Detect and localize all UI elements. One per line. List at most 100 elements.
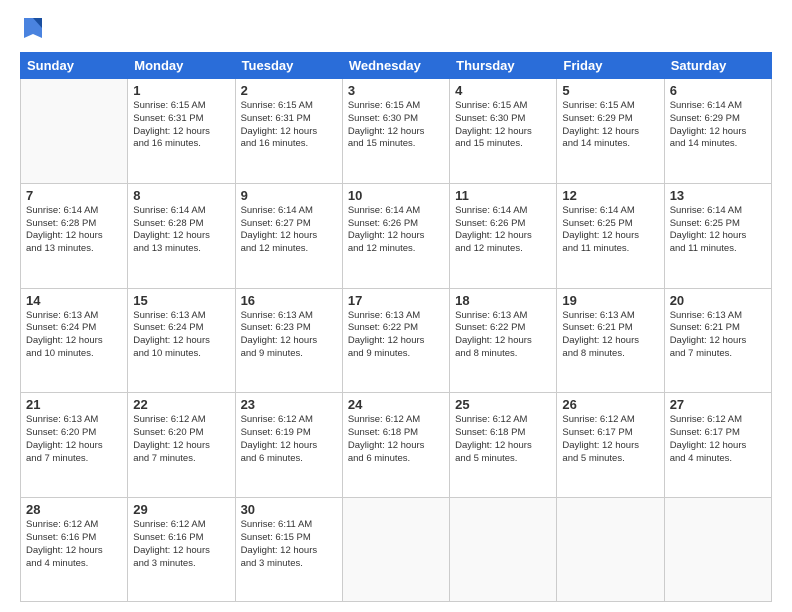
day-info: Sunrise: 6:11 AM Sunset: 6:15 PM Dayligh…: [241, 519, 337, 570]
day-number: 1: [133, 83, 229, 98]
calendar-cell: 25 Sunrise: 6:12 AM Sunset: 6:18 PM Dayli…: [450, 393, 557, 498]
day-info: Sunrise: 6:12 AM Sunset: 6:18 PM Dayligh…: [455, 414, 551, 465]
day-number: 26: [562, 397, 658, 412]
day-info: Sunrise: 6:13 AM Sunset: 6:23 PM Dayligh…: [241, 310, 337, 361]
day-info: Sunrise: 6:15 AM Sunset: 6:31 PM Dayligh…: [133, 100, 229, 151]
day-info: Sunrise: 6:14 AM Sunset: 6:28 PM Dayligh…: [133, 205, 229, 256]
day-info: Sunrise: 6:12 AM Sunset: 6:17 PM Dayligh…: [562, 414, 658, 465]
day-number: 17: [348, 293, 444, 308]
day-info: Sunrise: 6:13 AM Sunset: 6:21 PM Dayligh…: [562, 310, 658, 361]
calendar-cell: 27 Sunrise: 6:12 AM Sunset: 6:17 PM Dayli…: [664, 393, 771, 498]
day-number: 25: [455, 397, 551, 412]
page: SundayMondayTuesdayWednesdayThursdayFrid…: [0, 0, 792, 612]
calendar-cell: 6Sunrise: 6:14 AM Sunset: 6:29 PM Daylig…: [664, 79, 771, 184]
calendar-cell: 19 Sunrise: 6:13 AM Sunset: 6:21 PM Dayli…: [557, 288, 664, 393]
calendar-cell: 15Sunrise: 6:13 AM Sunset: 6:24 PM Dayli…: [128, 288, 235, 393]
calendar-cell: 20 Sunrise: 6:13 AM Sunset: 6:21 PM Dayli…: [664, 288, 771, 393]
day-header-sunday: Sunday: [21, 53, 128, 79]
day-info: Sunrise: 6:12 AM Sunset: 6:20 PM Dayligh…: [133, 414, 229, 465]
day-number: 20: [670, 293, 766, 308]
day-number: 18: [455, 293, 551, 308]
calendar-cell: [21, 79, 128, 184]
day-info: Sunrise: 6:12 AM Sunset: 6:16 PM Dayligh…: [26, 519, 122, 570]
calendar-cell: 5 Sunrise: 6:15 AM Sunset: 6:29 PM Daylig…: [557, 79, 664, 184]
calendar-table: SundayMondayTuesdayWednesdayThursdayFrid…: [20, 52, 772, 602]
day-info: Sunrise: 6:12 AM Sunset: 6:17 PM Dayligh…: [670, 414, 766, 465]
calendar-cell: 26 Sunrise: 6:12 AM Sunset: 6:17 PM Dayli…: [557, 393, 664, 498]
day-info: Sunrise: 6:12 AM Sunset: 6:16 PM Dayligh…: [133, 519, 229, 570]
day-number: 30: [241, 502, 337, 517]
calendar-cell: 14Sunrise: 6:13 AM Sunset: 6:24 PM Dayli…: [21, 288, 128, 393]
day-number: 4: [455, 83, 551, 98]
day-info: Sunrise: 6:14 AM Sunset: 6:25 PM Dayligh…: [670, 205, 766, 256]
day-number: 10: [348, 188, 444, 203]
day-number: 11: [455, 188, 551, 203]
calendar-header-row: SundayMondayTuesdayWednesdayThursdayFrid…: [21, 53, 772, 79]
logo: [20, 18, 44, 42]
day-info: Sunrise: 6:15 AM Sunset: 6:30 PM Dayligh…: [348, 100, 444, 151]
day-info: Sunrise: 6:14 AM Sunset: 6:26 PM Dayligh…: [348, 205, 444, 256]
day-info: Sunrise: 6:13 AM Sunset: 6:24 PM Dayligh…: [133, 310, 229, 361]
day-number: 16: [241, 293, 337, 308]
calendar-cell: 8 Sunrise: 6:14 AM Sunset: 6:28 PM Daylig…: [128, 183, 235, 288]
day-info: Sunrise: 6:14 AM Sunset: 6:29 PM Dayligh…: [670, 100, 766, 151]
calendar-cell: 17 Sunrise: 6:13 AM Sunset: 6:22 PM Dayli…: [342, 288, 449, 393]
day-info: Sunrise: 6:14 AM Sunset: 6:28 PM Dayligh…: [26, 205, 122, 256]
calendar-cell: 9 Sunrise: 6:14 AM Sunset: 6:27 PM Daylig…: [235, 183, 342, 288]
day-number: 24: [348, 397, 444, 412]
calendar-cell: 12Sunrise: 6:14 AM Sunset: 6:25 PM Dayli…: [557, 183, 664, 288]
day-header-friday: Friday: [557, 53, 664, 79]
calendar-cell: 30 Sunrise: 6:11 AM Sunset: 6:15 PM Dayli…: [235, 498, 342, 602]
day-number: 23: [241, 397, 337, 412]
calendar-cell: 4 Sunrise: 6:15 AM Sunset: 6:30 PM Daylig…: [450, 79, 557, 184]
calendar-week-row: 21 Sunrise: 6:13 AM Sunset: 6:20 PM Dayli…: [21, 393, 772, 498]
calendar-cell: [557, 498, 664, 602]
calendar-week-row: 1 Sunrise: 6:15 AM Sunset: 6:31 PM Daylig…: [21, 79, 772, 184]
day-number: 22: [133, 397, 229, 412]
day-header-tuesday: Tuesday: [235, 53, 342, 79]
day-number: 19: [562, 293, 658, 308]
calendar-cell: [664, 498, 771, 602]
day-number: 8: [133, 188, 229, 203]
day-number: 21: [26, 397, 122, 412]
calendar-cell: [450, 498, 557, 602]
day-number: 2: [241, 83, 337, 98]
logo-icon: [22, 14, 44, 42]
day-number: 9: [241, 188, 337, 203]
calendar-cell: 3 Sunrise: 6:15 AM Sunset: 6:30 PM Daylig…: [342, 79, 449, 184]
day-info: Sunrise: 6:13 AM Sunset: 6:22 PM Dayligh…: [348, 310, 444, 361]
calendar-cell: 1 Sunrise: 6:15 AM Sunset: 6:31 PM Daylig…: [128, 79, 235, 184]
calendar-cell: 23Sunrise: 6:12 AM Sunset: 6:19 PM Dayli…: [235, 393, 342, 498]
day-number: 28: [26, 502, 122, 517]
day-info: Sunrise: 6:14 AM Sunset: 6:25 PM Dayligh…: [562, 205, 658, 256]
day-header-monday: Monday: [128, 53, 235, 79]
calendar-cell: 21 Sunrise: 6:13 AM Sunset: 6:20 PM Dayli…: [21, 393, 128, 498]
calendar-cell: 22 Sunrise: 6:12 AM Sunset: 6:20 PM Dayli…: [128, 393, 235, 498]
calendar-week-row: 7 Sunrise: 6:14 AM Sunset: 6:28 PM Daylig…: [21, 183, 772, 288]
calendar-cell: 28 Sunrise: 6:12 AM Sunset: 6:16 PM Dayli…: [21, 498, 128, 602]
day-number: 3: [348, 83, 444, 98]
day-info: Sunrise: 6:15 AM Sunset: 6:30 PM Dayligh…: [455, 100, 551, 151]
day-info: Sunrise: 6:13 AM Sunset: 6:21 PM Dayligh…: [670, 310, 766, 361]
calendar-cell: 24 Sunrise: 6:12 AM Sunset: 6:18 PM Dayli…: [342, 393, 449, 498]
calendar-cell: 16 Sunrise: 6:13 AM Sunset: 6:23 PM Dayli…: [235, 288, 342, 393]
calendar-week-row: 14 Sunrise: 6:13 AM Sunset: 6:24 PM Dayli…: [21, 288, 772, 393]
day-info: Sunrise: 6:14 AM Sunset: 6:26 PM Dayligh…: [455, 205, 551, 256]
day-info: Sunrise: 6:12 AM Sunset: 6:18 PM Dayligh…: [348, 414, 444, 465]
calendar-week-row: 28 Sunrise: 6:12 AM Sunset: 6:16 PM Dayli…: [21, 498, 772, 602]
day-number: 7: [26, 188, 122, 203]
day-number: 27: [670, 397, 766, 412]
day-header-thursday: Thursday: [450, 53, 557, 79]
day-number: 14: [26, 293, 122, 308]
calendar-cell: 10 Sunrise: 6:14 AM Sunset: 6:26 PM Dayli…: [342, 183, 449, 288]
day-header-wednesday: Wednesday: [342, 53, 449, 79]
day-info: Sunrise: 6:13 AM Sunset: 6:20 PM Dayligh…: [26, 414, 122, 465]
day-info: Sunrise: 6:14 AM Sunset: 6:27 PM Dayligh…: [241, 205, 337, 256]
day-number: 13: [670, 188, 766, 203]
day-number: 29: [133, 502, 229, 517]
calendar-cell: 2Sunrise: 6:15 AM Sunset: 6:31 PM Daylig…: [235, 79, 342, 184]
day-number: 5: [562, 83, 658, 98]
header: [20, 18, 772, 42]
day-info: Sunrise: 6:15 AM Sunset: 6:29 PM Dayligh…: [562, 100, 658, 151]
calendar-cell: 13 Sunrise: 6:14 AM Sunset: 6:25 PM Dayli…: [664, 183, 771, 288]
